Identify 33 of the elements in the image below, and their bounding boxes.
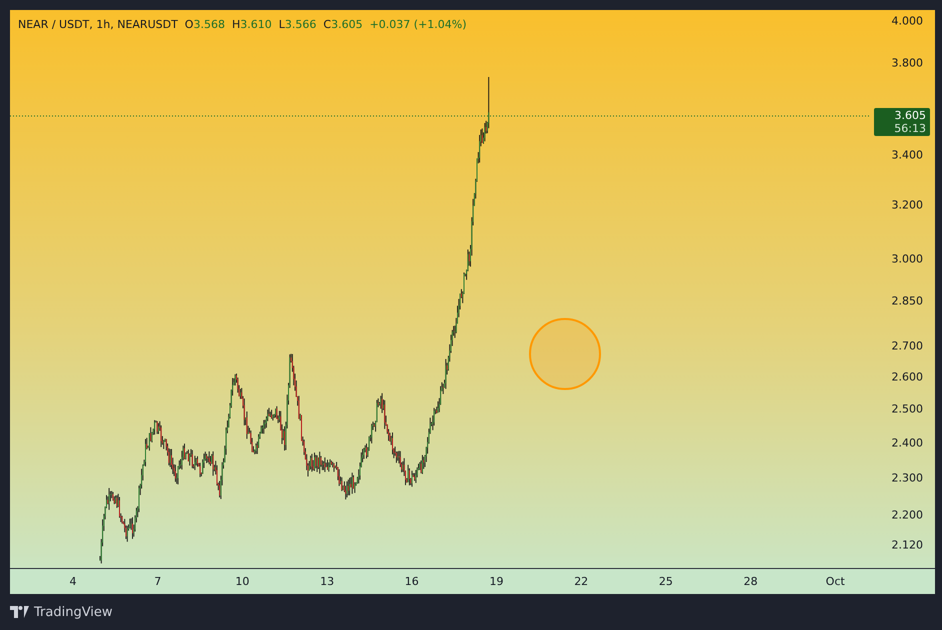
last-price-tag: 3.605 56:13 bbox=[874, 108, 930, 136]
ohlc-value: H3.610 bbox=[232, 18, 272, 31]
price-tick: 2.400 bbox=[892, 436, 923, 450]
time-tick: 16 bbox=[404, 575, 419, 588]
ohlc-value: O3.568 bbox=[184, 18, 225, 31]
ohlc-value: L3.566 bbox=[278, 18, 316, 31]
brand-name: TradingView bbox=[34, 604, 113, 620]
price-change: +0.037 (+1.04%) bbox=[370, 18, 467, 31]
price-tick: 2.600 bbox=[892, 370, 923, 384]
price-tick: 4.000 bbox=[892, 14, 923, 28]
price-tick: 3.000 bbox=[892, 252, 923, 266]
price-tick: 2.700 bbox=[892, 339, 923, 352]
price-tick: 2.500 bbox=[892, 402, 923, 416]
circle-annotation bbox=[529, 318, 601, 390]
time-tick: 7 bbox=[154, 575, 162, 588]
time-tick: 25 bbox=[658, 575, 673, 588]
time-tick: 13 bbox=[320, 575, 334, 588]
ohlc-value: C3.605 bbox=[323, 18, 363, 31]
logo-icon bbox=[10, 606, 30, 618]
time-tick: 22 bbox=[574, 575, 588, 588]
time-tick: 28 bbox=[744, 575, 758, 588]
symbol-title: NEAR / USDT, 1h, NEARUSDT bbox=[18, 18, 178, 31]
price-tick: 2.850 bbox=[892, 294, 923, 308]
time-tick: Oct bbox=[826, 575, 845, 588]
price-tick: 2.200 bbox=[892, 508, 923, 522]
price-tick: 2.120 bbox=[892, 538, 923, 552]
price-tick: 2.300 bbox=[892, 472, 923, 485]
price-tick: 3.400 bbox=[892, 148, 923, 162]
price-tick: 3.800 bbox=[892, 56, 923, 70]
time-tick: 19 bbox=[490, 575, 504, 588]
time-tick: 10 bbox=[235, 575, 250, 588]
time-tick: 4 bbox=[70, 575, 76, 588]
price-tick: 3.200 bbox=[892, 198, 923, 212]
